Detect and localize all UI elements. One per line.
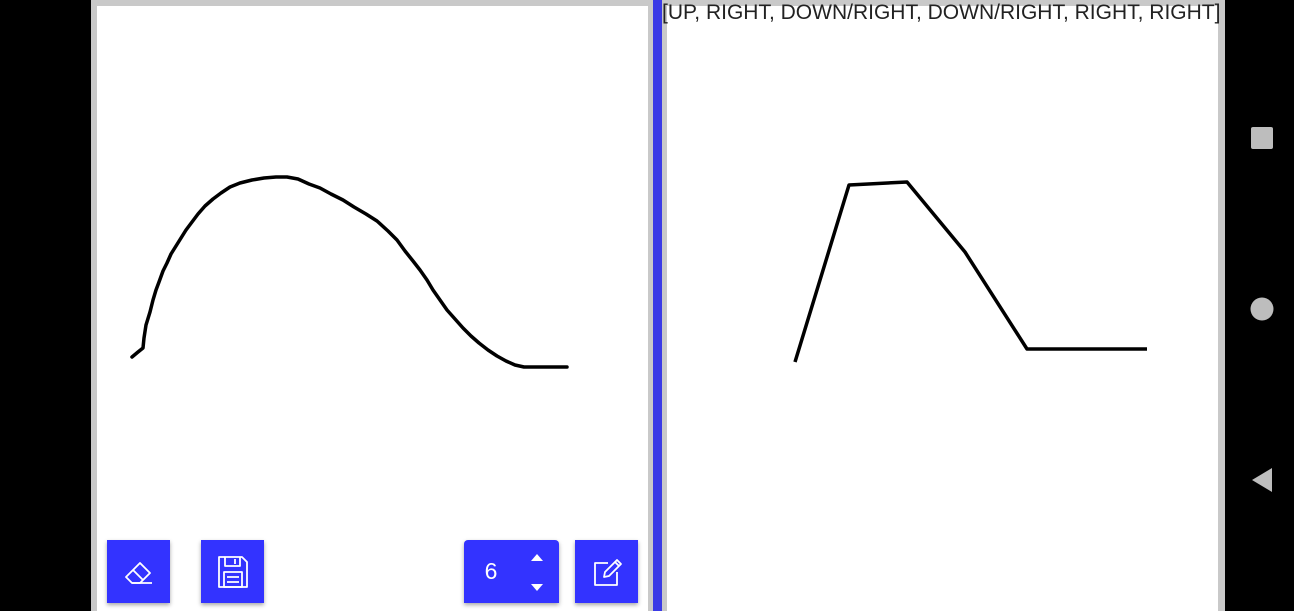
edit-button[interactable]: [575, 540, 638, 603]
triangle-left-icon: [1252, 468, 1272, 492]
recognized-directions-label: [UP, RIGHT, DOWN/RIGHT, DOWN/RIGHT, RIGH…: [662, 1, 1221, 24]
back-button[interactable]: [1246, 464, 1278, 496]
home-button[interactable]: [1246, 293, 1278, 325]
triangle-up-icon: [531, 553, 543, 561]
floppy-disk-icon: [217, 555, 248, 588]
simplified-stroke: [793, 180, 1147, 363]
square-icon: [1251, 127, 1273, 149]
pencil-square-icon: [593, 558, 622, 586]
freehand-stroke: [130, 175, 569, 369]
eraser-button[interactable]: [107, 540, 170, 603]
recents-button[interactable]: [1246, 122, 1278, 154]
stroke-width-stepper[interactable]: 6: [464, 540, 559, 603]
eraser-icon: [124, 561, 152, 584]
device-screen: [UP, RIGHT, DOWN/RIGHT, DOWN/RIGHT, RIGH…: [0, 0, 1294, 611]
triangle-down-icon: [531, 583, 543, 591]
save-button[interactable]: [201, 540, 264, 603]
circle-icon: [1250, 297, 1274, 321]
stepper-value: 6: [484, 558, 498, 584]
strokes-layer: [130, 175, 1147, 369]
stepper-decrement-button[interactable]: [522, 576, 552, 598]
stepper-increment-button[interactable]: [522, 546, 552, 568]
